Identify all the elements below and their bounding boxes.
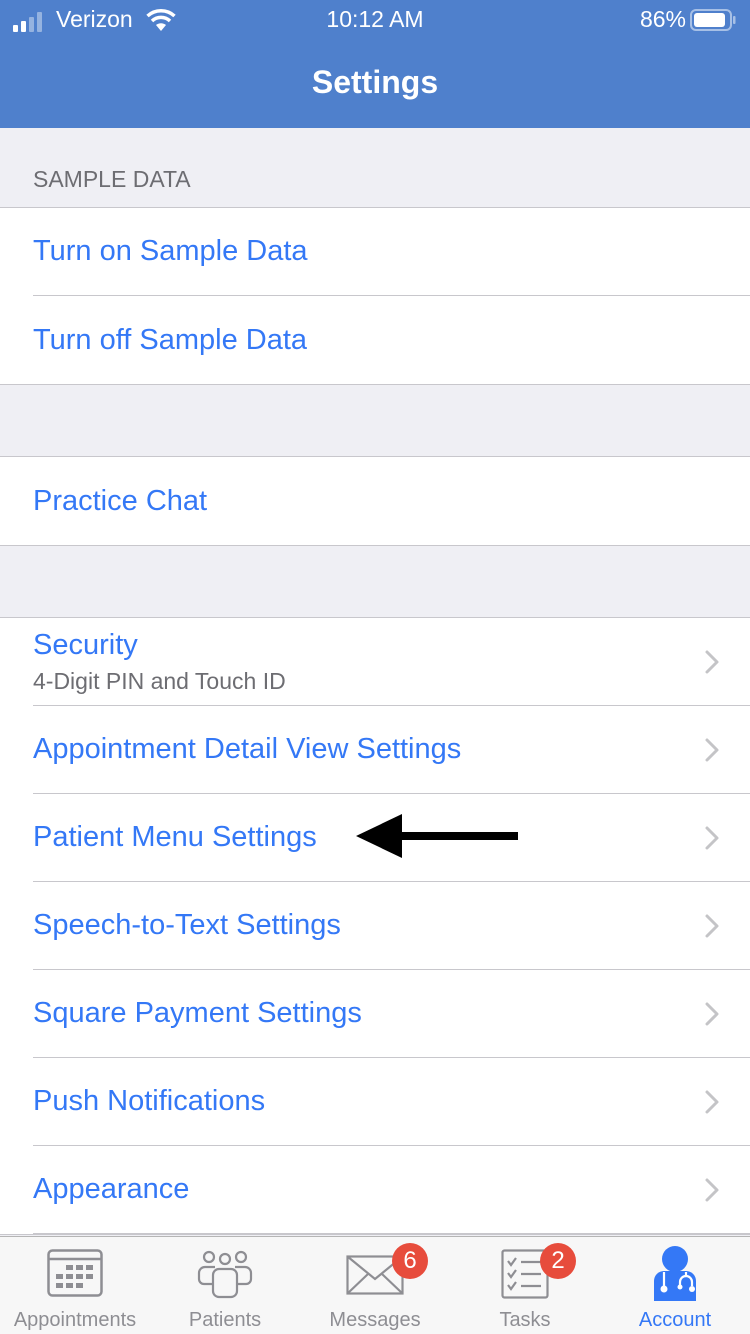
practice-chat-row[interactable]: Practice Chat — [0, 457, 750, 545]
tab-bar: Appointments Patients 6 Messages 2 Tasks… — [0, 1236, 750, 1334]
speech-to-text-settings-row[interactable]: Speech-to-Text Settings — [0, 882, 750, 970]
row-label: Turn on Sample Data — [33, 235, 308, 267]
turn-off-sample-data-row[interactable]: Turn off Sample Data — [0, 296, 750, 384]
tab-label: Account — [638, 1309, 712, 1331]
chevron-right-icon — [705, 1178, 719, 1201]
section-spacer — [0, 385, 750, 457]
calendar-icon — [47, 1249, 103, 1297]
row-label: Practice Chat — [33, 484, 208, 517]
tab-account[interactable]: Account — [600, 1237, 750, 1334]
status-bar: Verizon 10:12 AM 86% — [0, 0, 750, 42]
appearance-row[interactable]: Appearance — [0, 1146, 750, 1234]
row-label: Security — [33, 628, 138, 661]
tab-appointments[interactable]: Appointments — [0, 1237, 150, 1334]
tasks-badge: 2 — [540, 1243, 576, 1279]
turn-on-sample-data-row[interactable]: Turn on Sample Data — [0, 208, 750, 296]
tab-tasks[interactable]: 2 Tasks — [450, 1237, 600, 1334]
row-subtitle: 4-Digit PIN and Touch ID — [33, 667, 286, 694]
tab-patients[interactable]: Patients — [150, 1237, 300, 1334]
row-label: Appointment Detail View Settings — [33, 733, 462, 765]
section-spacer — [0, 546, 750, 618]
row-label: Speech-to-Text Settings — [33, 909, 341, 941]
tab-label: Tasks — [499, 1309, 551, 1331]
appointment-detail-view-settings-row[interactable]: Appointment Detail View Settings — [0, 706, 750, 794]
chevron-right-icon — [705, 738, 719, 761]
settings-list[interactable]: SAMPLE DATA Turn on Sample Data Turn off… — [0, 128, 750, 1236]
row-label: Push Notifications — [33, 1085, 266, 1117]
people-icon — [197, 1250, 253, 1299]
settings-group: Security 4-Digit PIN and Touch ID Appoin… — [0, 618, 750, 1235]
battery-percent: 86% — [639, 6, 686, 32]
security-row[interactable]: Security 4-Digit PIN and Touch ID — [0, 618, 750, 706]
tab-label: Patients — [188, 1309, 262, 1331]
tab-label: Appointments — [13, 1309, 137, 1331]
row-label: Appearance — [33, 1173, 190, 1205]
push-notifications-row[interactable]: Push Notifications — [0, 1058, 750, 1146]
chevron-right-icon — [705, 826, 719, 849]
square-payment-settings-row[interactable]: Square Payment Settings — [0, 970, 750, 1058]
chevron-right-icon — [705, 650, 719, 673]
chevron-right-icon — [705, 1090, 719, 1113]
tab-label: Messages — [329, 1309, 421, 1331]
row-label: Turn off Sample Data — [33, 323, 308, 356]
battery-icon — [690, 9, 736, 31]
chevron-right-icon — [705, 1002, 719, 1025]
row-label: Patient Menu Settings — [33, 821, 317, 853]
chat-group: Practice Chat — [0, 457, 750, 546]
doctor-icon — [654, 1246, 696, 1301]
sample-data-group: Turn on Sample Data Turn off Sample Data — [0, 208, 750, 385]
navigation-bar: Verizon 10:12 AM 86% Settings — [0, 0, 750, 128]
chevron-right-icon — [705, 914, 719, 937]
annotation-arrow-icon — [356, 814, 518, 858]
section-header-sample-data: SAMPLE DATA — [0, 128, 750, 208]
page-title: Settings — [311, 64, 439, 100]
row-label: Square Payment Settings — [33, 997, 362, 1029]
tab-messages[interactable]: 6 Messages — [300, 1237, 450, 1334]
clock: 10:12 AM — [326, 6, 424, 32]
messages-badge: 6 — [392, 1243, 428, 1279]
